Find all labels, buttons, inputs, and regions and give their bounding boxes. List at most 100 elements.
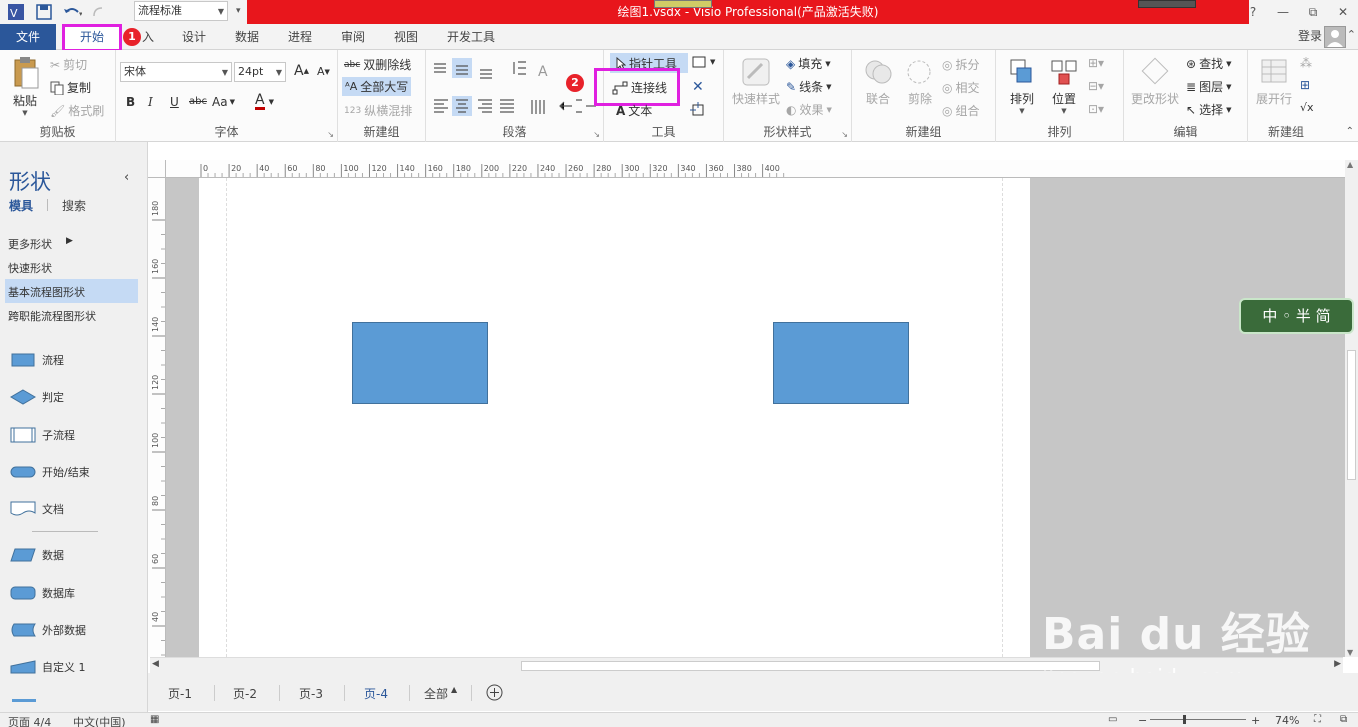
collapse-ribbon-icon[interactable]: ⌃ [1346,126,1354,137]
tab-stencils[interactable]: 模具 [9,197,33,214]
page-tab-4[interactable]: 页-4 [364,685,388,702]
position-button[interactable]: 位置 ▼ [1044,56,1084,115]
help-button[interactable]: ? [1238,0,1268,24]
layers-button[interactable]: ≣ 图层 ▼ [1186,78,1231,95]
shape-item-process[interactable]: 流程 [10,348,64,372]
tab-review[interactable]: 审阅 [341,24,365,50]
more-shapes-link[interactable]: 更多形状 ▶ [8,236,73,252]
align-icon[interactable]: ⊞▾ [1088,56,1104,70]
zoom-slider[interactable] [1150,719,1246,720]
tab-insert[interactable]: 入 [142,24,154,50]
undo-icon[interactable]: ▾ [62,2,82,22]
shape-item-subprocess[interactable]: 子流程 [10,423,75,447]
dialog-launcher-icon[interactable]: ↘ [327,130,334,139]
process-shape-right[interactable] [773,322,909,404]
tab-design[interactable]: 设计 [182,24,206,50]
scroll-left-icon[interactable]: ◀ [152,659,159,669]
tab-file[interactable]: 文件 [0,24,56,50]
underline-button[interactable]: U [170,95,179,109]
group-icon[interactable]: ⊟▾ [1088,79,1104,93]
macro-record-icon[interactable]: ▦ [150,714,159,725]
login-link[interactable]: 登录 [1298,24,1322,48]
switch-window-icon[interactable]: ⧉ [1340,714,1347,725]
connector-tool-button[interactable]: 连接线 [612,79,667,96]
all-caps-button[interactable]: ᴬA 全部大写 [342,77,412,96]
shape-item-start-end[interactable]: 开始/结束 [10,460,90,484]
rectangle-tool-button[interactable]: ▼ [692,56,715,68]
cut-button[interactable]: ✂ 剪切 [50,56,87,73]
fit-page-icon[interactable]: ▭ [1108,714,1117,725]
basic-flowchart-link[interactable]: 基本流程图形状 [8,284,85,300]
page-tab-2[interactable]: 页-2 [233,685,257,702]
tab-view[interactable]: 视图 [394,24,418,50]
zoom-slider-thumb[interactable] [1183,715,1186,724]
union-button[interactable]: 联合 [858,56,898,107]
cross-functional-link[interactable]: 跨职能流程图形状 [8,308,96,324]
close-button[interactable]: ✕ [1328,0,1358,24]
distribute-icon[interactable]: ⊡▾ [1088,102,1104,116]
tab-process[interactable]: 进程 [288,24,312,50]
ime-indicator[interactable]: 中 ◦ 半 简 [1239,298,1354,334]
shape-item-document[interactable]: 文档 [10,497,64,521]
shape-item-decision[interactable]: 判定 [10,385,64,409]
panel-collapse-icon[interactable]: ‹ [124,170,129,185]
intersect-button[interactable]: ◎ 相交 [942,79,980,96]
redo-icon[interactable] [88,2,108,22]
grow-font-icon[interactable]: A ▲ [294,63,309,79]
process-shape-left[interactable] [352,322,488,404]
find-button[interactable]: ⊛ 查找 ▼ [1186,55,1231,72]
scroll-thumb[interactable] [521,661,1100,671]
dialog-launcher-icon[interactable]: ↘ [593,130,600,139]
shape-item-database[interactable]: 数据库 [10,581,75,605]
arrange-button[interactable]: 排列 ▼ [1002,56,1042,115]
dialog-launcher-icon[interactable]: ↘ [841,130,848,139]
avatar[interactable] [1324,26,1346,48]
quick-styles-button[interactable]: 快速样式 [730,56,782,107]
line-button[interactable]: ✎ 线条 ▼ [786,78,831,95]
all-pages-button[interactable]: 全部 ▲ [424,685,457,702]
status-language[interactable]: 中文(中国) [73,714,126,727]
minimize-button[interactable]: — [1268,0,1298,24]
combine-button[interactable]: ◎ 组合 [942,102,980,119]
font-size-combo[interactable]: 24pt ▼ [234,62,286,82]
bold-button[interactable]: B [126,95,135,109]
zoom-in-icon[interactable]: + [1251,714,1260,727]
save-icon[interactable] [34,2,54,22]
shrink-font-icon[interactable]: A ▼ [317,65,330,78]
style-combo-box[interactable]: 流程标准 ▼ [134,1,228,21]
tab-developer[interactable]: 开发工具 [447,24,495,50]
status-page[interactable]: 页面 4/4 [8,714,51,727]
fill-button[interactable]: ◈ 填充 ▼ [786,55,831,72]
collapse-ribbon-icon[interactable]: ⌃ [1347,28,1356,41]
strikethrough-button[interactable]: abc [189,96,207,107]
paste-button[interactable]: 粘贴 ▼ [6,56,44,117]
new-group-icon-b[interactable]: ⊞ [1300,78,1310,92]
shape-item-custom-1[interactable]: 自定义 1 [10,655,86,679]
scroll-up-icon[interactable]: ▲ [1347,160,1353,169]
delete-connector-icon[interactable]: ✕ [692,79,704,95]
font-family-combo[interactable]: 宋体 ▼ [120,62,232,82]
format-painter-button[interactable]: 🖌 格式刷 [50,102,104,119]
change-case-button[interactable]: Aa ▼ [212,95,235,109]
effects-button[interactable]: ◐ 效果 ▼ [786,101,832,118]
zoom-out-icon[interactable]: − [1138,714,1147,727]
parallel-button[interactable]: 展开行 [1252,56,1296,107]
change-shape-button[interactable]: 更改形状 [1128,56,1182,107]
tab-search[interactable]: 搜索 [62,197,86,214]
scroll-down-icon[interactable]: ▼ [1347,648,1353,657]
split-button[interactable]: ◎ 拆分 [942,56,980,73]
font-color-button[interactable]: A ▼ [255,93,274,110]
fragment-button[interactable]: 剪除 [900,56,940,107]
qat-customize-icon[interactable]: ▾ [236,6,241,16]
quick-shapes-link[interactable]: 快速形状 [8,260,52,276]
tab-home[interactable]: 开始 [62,24,122,52]
formula-icon[interactable]: √x [1300,101,1314,114]
page-tab-1[interactable]: 页-1 [168,685,192,702]
add-page-icon[interactable] [486,684,503,701]
shape-item-external-data[interactable]: 外部数据 [10,618,86,642]
double-strike-button[interactable]: abc 双删除线 [344,56,411,73]
copy-button[interactable]: 复制 [50,79,91,96]
full-screen-icon[interactable]: ⛶ [1314,714,1321,725]
italic-button[interactable]: I [148,95,153,109]
shape-item-data[interactable]: 数据 [10,543,64,567]
